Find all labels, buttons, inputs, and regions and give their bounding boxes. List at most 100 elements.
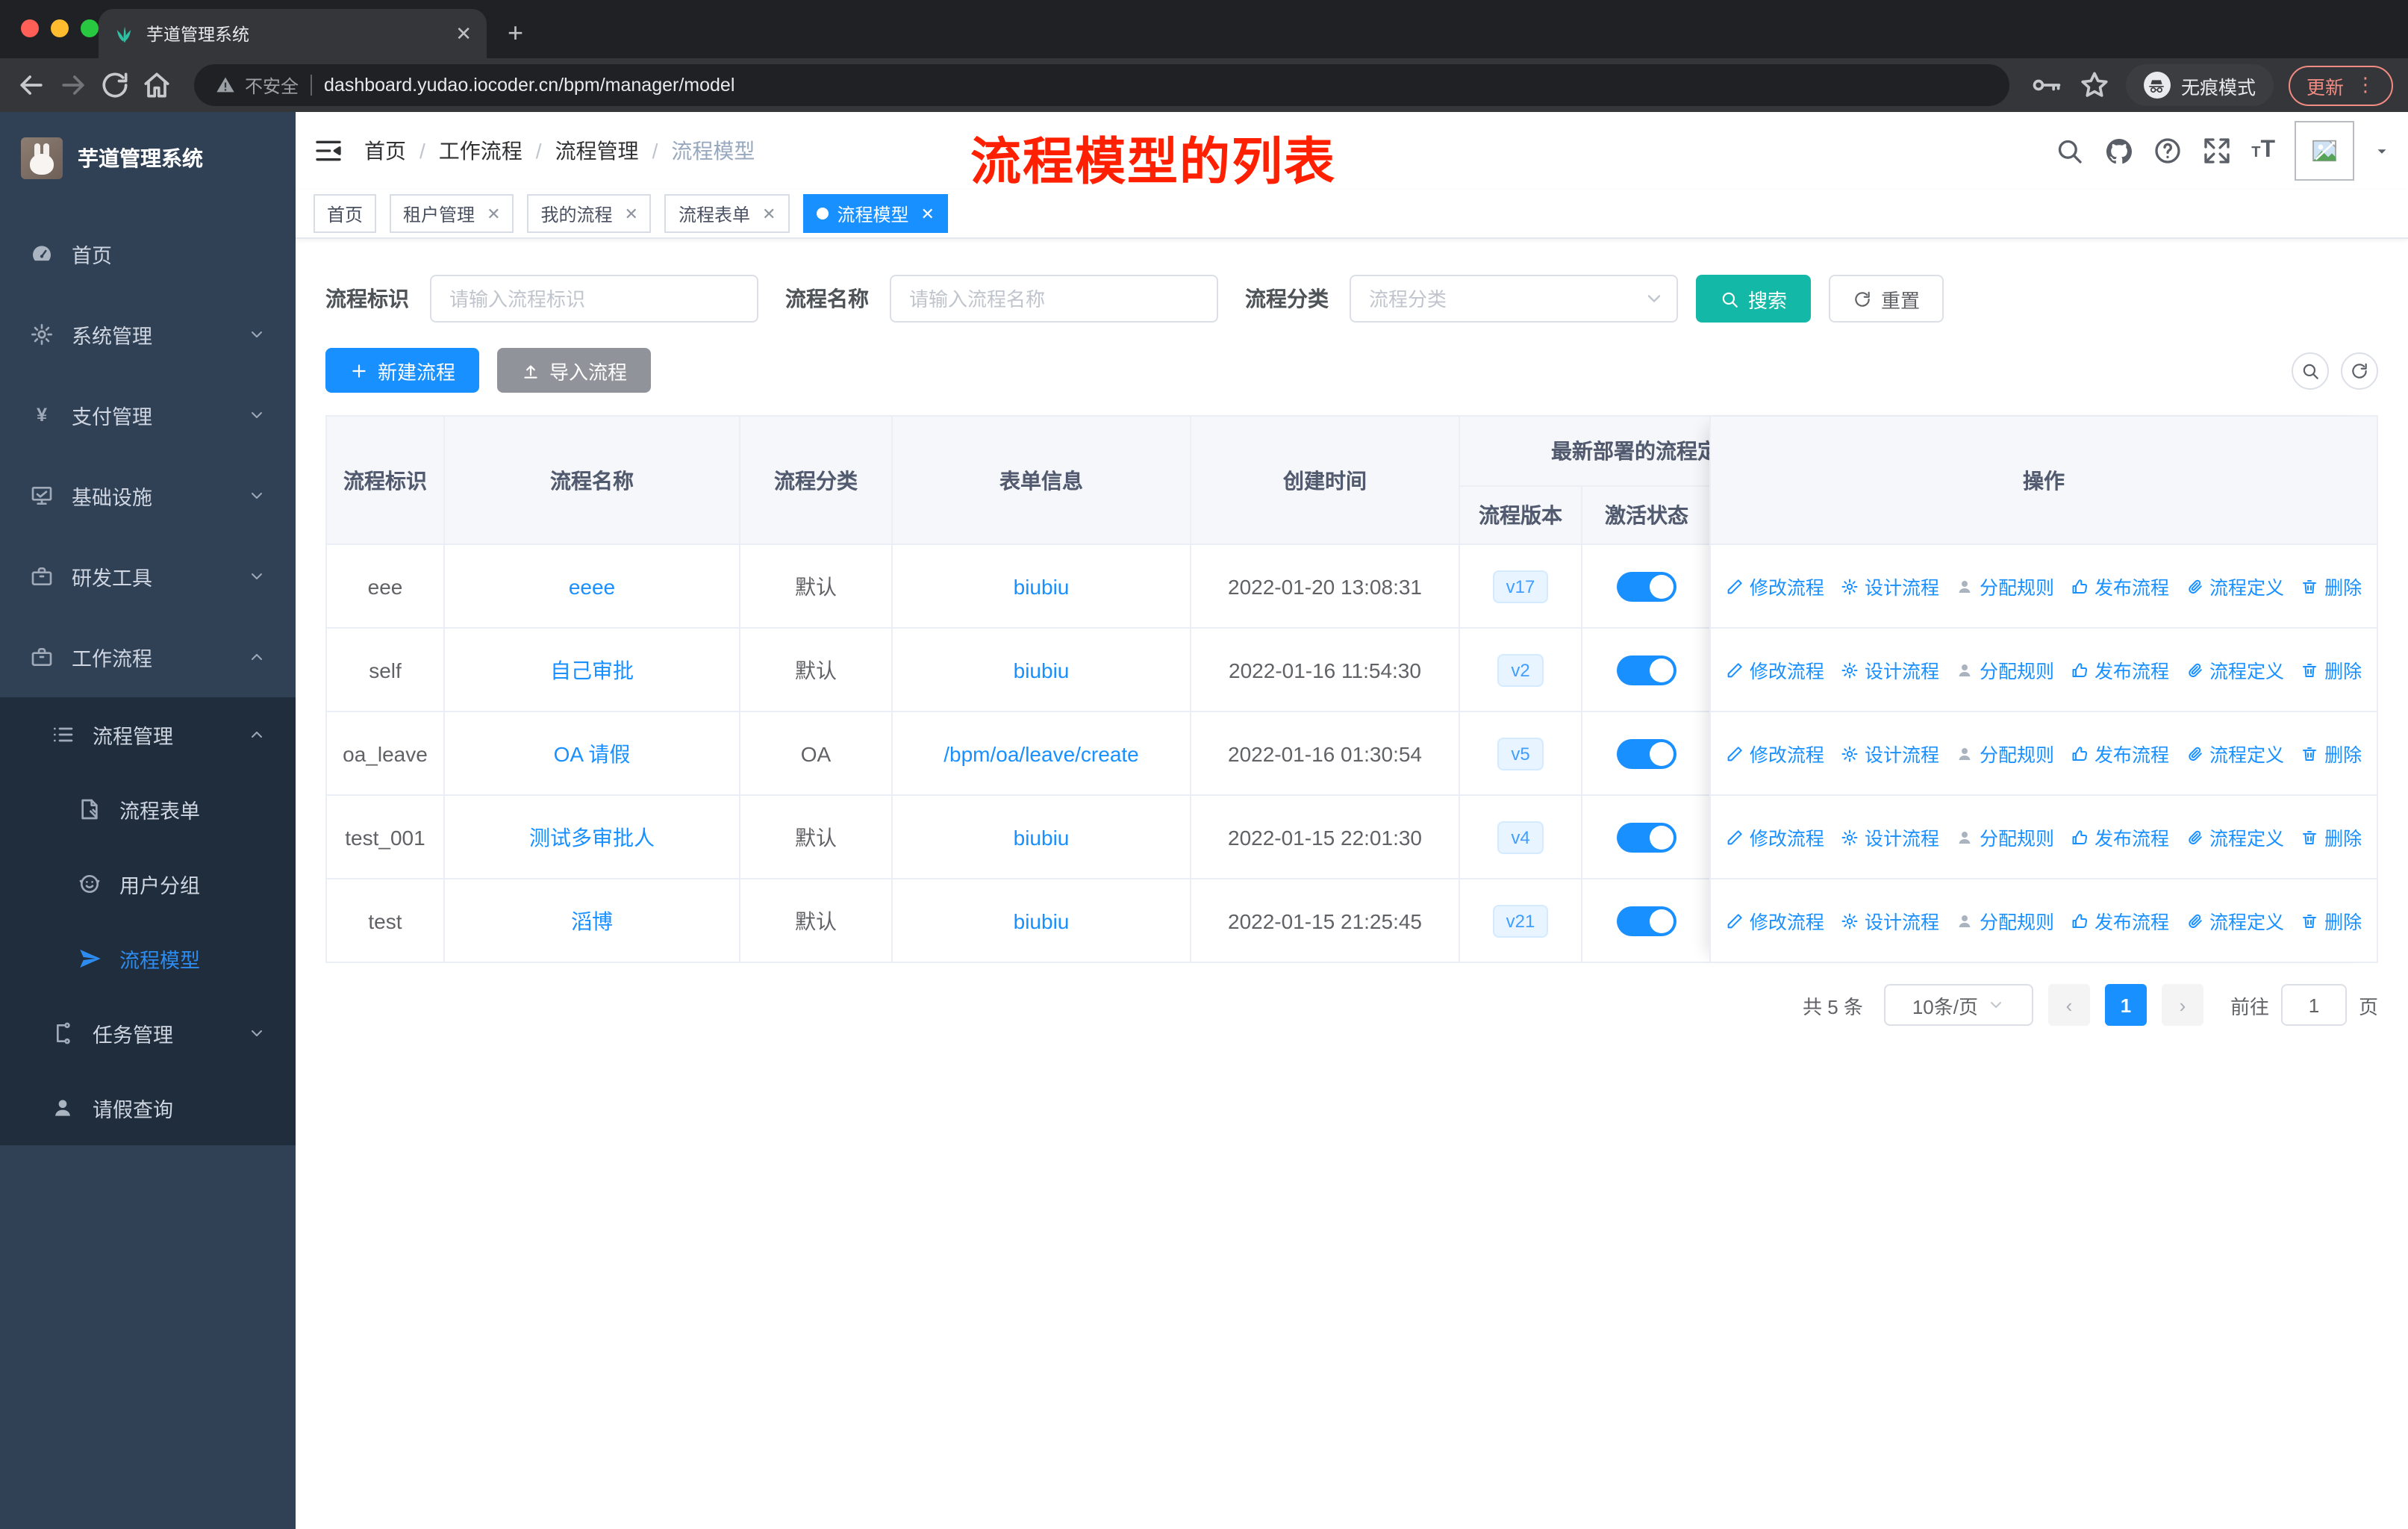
next-page-button[interactable]: › bbox=[2161, 984, 2203, 1026]
design-process-link[interactable]: 设计流程 bbox=[1841, 655, 1939, 684]
process-definition-link[interactable]: 流程定义 bbox=[2186, 823, 2284, 851]
tag-流程模型[interactable]: 流程模型 ✕ bbox=[802, 194, 948, 233]
delete-process-link[interactable]: 删除 bbox=[2301, 739, 2362, 767]
version-badge[interactable]: v17 bbox=[1492, 570, 1549, 602]
form-link[interactable]: biubiu bbox=[1014, 909, 1070, 932]
process-definition-link[interactable]: 流程定义 bbox=[2186, 739, 2284, 767]
breadcrumb-process-manage[interactable]: 流程管理 bbox=[555, 136, 639, 166]
url-bar[interactable]: 不安全 dashboard.yudao.iocoder.cn/bpm/manag… bbox=[194, 64, 2009, 106]
form-link[interactable]: biubiu bbox=[1014, 658, 1070, 682]
refresh-table-button[interactable] bbox=[2341, 352, 2378, 389]
model-name-link[interactable]: 自己审批 bbox=[550, 655, 634, 685]
delete-process-link[interactable]: 删除 bbox=[2301, 906, 2362, 935]
goto-page-input[interactable] bbox=[2280, 984, 2347, 1026]
category-select-input[interactable] bbox=[1350, 275, 1678, 323]
version-badge[interactable]: v2 bbox=[1497, 653, 1544, 686]
star-icon[interactable] bbox=[2078, 69, 2111, 102]
window-controls[interactable] bbox=[21, 19, 99, 37]
model-name-link[interactable]: eeee bbox=[569, 574, 615, 598]
user-avatar[interactable] bbox=[2295, 121, 2354, 181]
assign-rule-link[interactable]: 分配规则 bbox=[1956, 739, 2054, 767]
app-logo-row[interactable]: 芋道管理系统 bbox=[0, 121, 296, 196]
process-definition-link[interactable]: 流程定义 bbox=[2186, 906, 2284, 935]
github-icon[interactable] bbox=[2103, 136, 2133, 166]
key-icon[interactable] bbox=[2030, 69, 2063, 102]
fullscreen-icon[interactable] bbox=[2202, 136, 2232, 166]
url-text[interactable]: dashboard.yudao.iocoder.cn/bpm/manager/m… bbox=[324, 75, 734, 96]
browser-tab[interactable]: 芋道管理系统 ✕ bbox=[99, 9, 487, 58]
version-badge[interactable]: v5 bbox=[1497, 737, 1544, 770]
process-name-input[interactable] bbox=[890, 275, 1218, 323]
new-tab-button[interactable]: + bbox=[508, 18, 523, 49]
import-process-button[interactable]: 导入流程 bbox=[497, 348, 652, 393]
active-toggle[interactable] bbox=[1617, 571, 1676, 601]
collapse-sidebar-icon[interactable] bbox=[314, 136, 343, 166]
tag-close-icon[interactable]: ✕ bbox=[487, 204, 500, 223]
tag-close-icon[interactable]: ✕ bbox=[762, 204, 776, 223]
security-status[interactable]: 不安全 bbox=[215, 72, 299, 98]
tag-close-icon[interactable]: ✕ bbox=[625, 204, 638, 223]
close-window-button[interactable] bbox=[21, 19, 39, 37]
back-icon[interactable] bbox=[15, 69, 48, 102]
delete-process-link[interactable]: 删除 bbox=[2301, 572, 2362, 600]
search-button[interactable]: 搜索 bbox=[1696, 275, 1812, 323]
sidebar-item-流程管理[interactable]: 流程管理 bbox=[0, 697, 296, 772]
model-name-link[interactable]: OA 请假 bbox=[554, 738, 631, 768]
home-icon[interactable] bbox=[140, 69, 173, 102]
design-process-link[interactable]: 设计流程 bbox=[1841, 739, 1939, 767]
sidebar-item-用户分组[interactable]: 用户分组 bbox=[0, 847, 296, 921]
breadcrumb-home[interactable]: 首页 bbox=[364, 136, 406, 166]
update-button[interactable]: 更新 ⋮ bbox=[2288, 65, 2393, 105]
reload-icon[interactable] bbox=[99, 69, 131, 102]
design-process-link[interactable]: 设计流程 bbox=[1841, 572, 1939, 600]
active-toggle[interactable] bbox=[1617, 906, 1676, 935]
tab-close-icon[interactable]: ✕ bbox=[455, 22, 472, 46]
active-toggle[interactable] bbox=[1617, 738, 1676, 768]
browser-menu-icon[interactable]: ⋮ bbox=[2356, 73, 2375, 97]
maximize-window-button[interactable] bbox=[81, 19, 99, 37]
sidebar-item-支付管理[interactable]: ¥ 支付管理 bbox=[0, 375, 296, 455]
prev-page-button[interactable]: ‹ bbox=[2047, 984, 2090, 1026]
sidebar-item-流程表单[interactable]: 流程表单 bbox=[0, 772, 296, 847]
sidebar-item-工作流程[interactable]: 工作流程 bbox=[0, 617, 296, 697]
sidebar-item-研发工具[interactable]: 研发工具 bbox=[0, 536, 296, 617]
edit-process-link[interactable]: 修改流程 bbox=[1726, 906, 1824, 935]
process-definition-link[interactable]: 流程定义 bbox=[2186, 655, 2284, 684]
design-process-link[interactable]: 设计流程 bbox=[1841, 906, 1939, 935]
tag-我的流程[interactable]: 我的流程 ✕ bbox=[527, 194, 652, 233]
form-link[interactable]: biubiu bbox=[1014, 825, 1070, 849]
forward-icon[interactable] bbox=[57, 69, 90, 102]
publish-process-link[interactable]: 发布流程 bbox=[2071, 655, 2169, 684]
edit-process-link[interactable]: 修改流程 bbox=[1726, 655, 1824, 684]
form-link[interactable]: /bpm/oa/leave/create bbox=[943, 741, 1139, 765]
sidebar-item-请假查询[interactable]: 请假查询 bbox=[0, 1071, 296, 1145]
search-icon[interactable] bbox=[2054, 136, 2084, 166]
tag-首页[interactable]: 首页 bbox=[314, 194, 377, 233]
active-toggle[interactable] bbox=[1617, 822, 1676, 852]
version-badge[interactable]: v4 bbox=[1497, 820, 1544, 853]
process-definition-link[interactable]: 流程定义 bbox=[2186, 572, 2284, 600]
font-size-icon[interactable]: TT bbox=[2251, 137, 2275, 164]
active-toggle[interactable] bbox=[1617, 655, 1676, 685]
form-link[interactable]: biubiu bbox=[1014, 574, 1070, 598]
create-process-button[interactable]: 新建流程 bbox=[325, 348, 480, 393]
tag-租户管理[interactable]: 租户管理 ✕ bbox=[390, 194, 514, 233]
assign-rule-link[interactable]: 分配规则 bbox=[1956, 655, 2054, 684]
tag-close-icon[interactable]: ✕ bbox=[920, 204, 934, 223]
publish-process-link[interactable]: 发布流程 bbox=[2071, 572, 2169, 600]
sidebar-item-流程模型[interactable]: 流程模型 bbox=[0, 921, 296, 996]
assign-rule-link[interactable]: 分配规则 bbox=[1956, 823, 2054, 851]
assign-rule-link[interactable]: 分配规则 bbox=[1956, 572, 2054, 600]
publish-process-link[interactable]: 发布流程 bbox=[2071, 823, 2169, 851]
edit-process-link[interactable]: 修改流程 bbox=[1726, 823, 1824, 851]
avatar-caret-down-icon[interactable] bbox=[2374, 143, 2390, 159]
current-page-button[interactable]: 1 bbox=[2104, 984, 2147, 1026]
process-category-select[interactable] bbox=[1350, 275, 1678, 323]
process-key-input[interactable] bbox=[430, 275, 758, 323]
page-size-select[interactable]: 10条/页 bbox=[1883, 984, 2033, 1026]
delete-process-link[interactable]: 删除 bbox=[2301, 655, 2362, 684]
tag-流程表单[interactable]: 流程表单 ✕ bbox=[664, 194, 790, 233]
edit-process-link[interactable]: 修改流程 bbox=[1726, 739, 1824, 767]
sidebar-item-系统管理[interactable]: 系统管理 bbox=[0, 294, 296, 375]
sidebar-item-首页[interactable]: 首页 bbox=[0, 214, 296, 294]
